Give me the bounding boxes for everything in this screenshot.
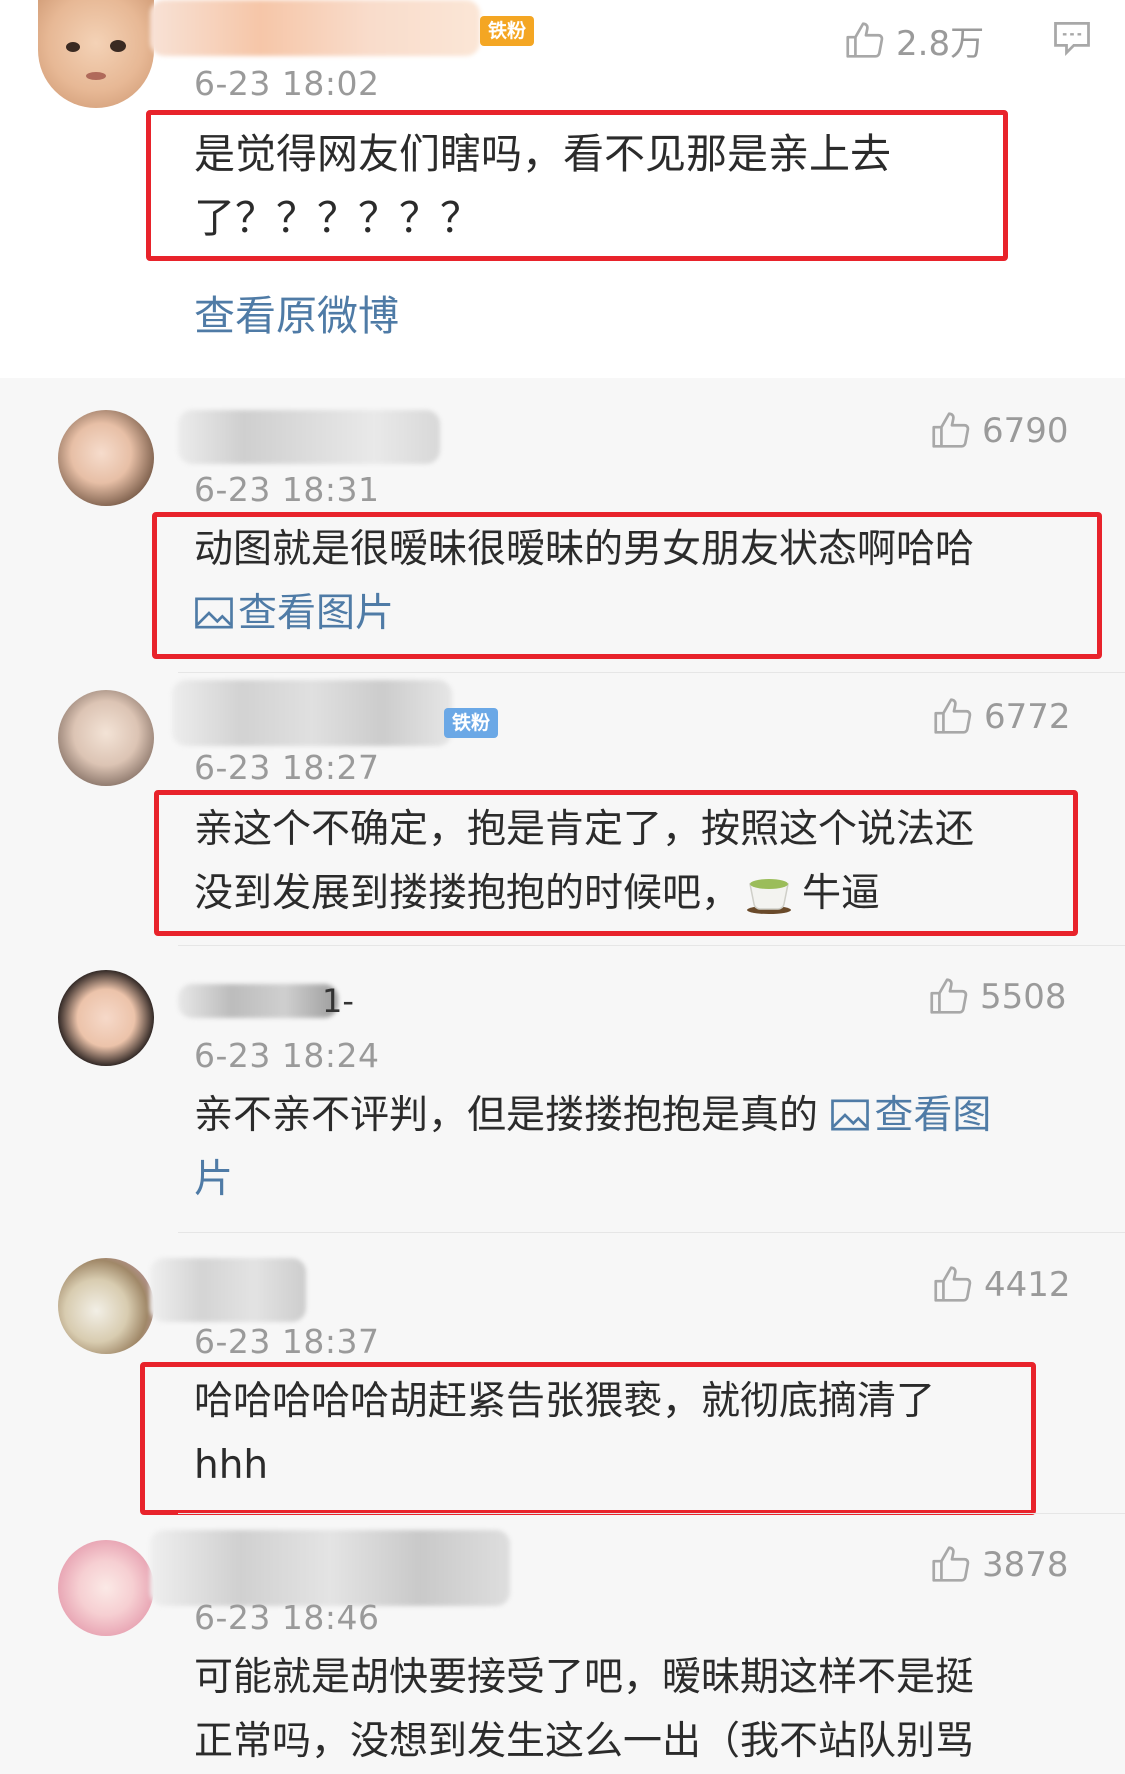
top-comment: 铁粉 2.8万 6-23 18:02 是觉得网友们瞎吗，看不见那是亲上去 了？？… [0,0,1125,378]
like-count: 6790 [982,411,1069,451]
divider [178,945,1125,946]
avatar[interactable] [58,690,154,786]
comment-text-line: 正常吗，没想到发生这么一出（我不站队别骂 [194,1719,975,1764]
like-count: 6772 [984,697,1071,737]
username-blurred[interactable] [150,0,480,56]
username-blurred[interactable] [172,680,452,746]
fan-badge: 铁粉 [480,16,535,46]
comment-time: 6-23 18:27 [194,748,380,787]
username-tail: 1- [322,982,354,1020]
fan-badge: 铁粉 [444,708,499,738]
avatar[interactable] [38,0,154,108]
comment-text-line: 亲不亲不评判，但是搂搂抱抱是真的 查看图 [194,1093,992,1138]
thumbs-up-icon [932,1546,970,1582]
avatar[interactable] [58,410,154,506]
like-button[interactable]: 2.8万 [842,16,984,65]
divider [178,672,1125,673]
divider [178,1513,1125,1514]
like-button[interactable]: 4412 [930,1262,1071,1308]
username-blurred[interactable] [178,410,440,464]
comment-time: 6-23 18:46 [194,1598,380,1637]
view-image-link-cont[interactable]: 片 [194,1148,991,1212]
highlight-box [146,110,1008,261]
like-button[interactable]: 5508 [926,974,1067,1020]
like-button[interactable]: 3878 [928,1542,1069,1588]
like-count: 3878 [982,1545,1069,1585]
thumbs-up-icon [932,412,970,448]
thumbs-up-icon [846,21,884,58]
comment-time: 6-23 18:24 [194,1036,380,1075]
like-button[interactable]: 6790 [928,408,1069,454]
like-button[interactable]: 6772 [930,694,1071,740]
avatar[interactable] [58,970,154,1066]
thumbs-up-icon [930,978,968,1014]
comment-text-line: 可能就是胡快要接受了吧，暧昧期这样不是挺 [194,1655,975,1700]
comment-text: 可能就是胡快要接受了吧，暧昧期这样不是挺 正常吗，没想到发生这么一出（我不站队别… [194,1646,974,1774]
divider [178,1232,1125,1233]
username-blurred[interactable] [178,984,338,1018]
image-icon [831,1099,870,1131]
thumbs-up-icon [934,1266,972,1302]
comment-time: 6-23 18:37 [194,1322,380,1361]
avatar[interactable] [58,1540,154,1636]
highlight-box [154,790,1078,936]
view-image-link[interactable]: 查看图 [830,1093,991,1138]
view-original-link[interactable]: 查看原微博 [194,284,399,348]
comment-time: 6-23 18:02 [194,64,380,103]
like-count: 4412 [984,1265,1071,1305]
reply-icon[interactable] [1050,16,1094,60]
highlight-box [140,1362,1036,1515]
avatar[interactable] [58,1258,154,1354]
like-count: 5508 [980,977,1067,1017]
thumbs-up-icon [934,698,972,734]
comment-text: 亲不亲不评判，但是搂搂抱抱是真的 查看图 片 [194,1084,991,1212]
username-blurred[interactable] [150,1530,510,1606]
highlight-box [152,512,1102,659]
username-blurred[interactable] [150,1258,306,1322]
like-count: 2.8万 [896,24,985,64]
comment-time: 6-23 18:31 [194,470,380,509]
